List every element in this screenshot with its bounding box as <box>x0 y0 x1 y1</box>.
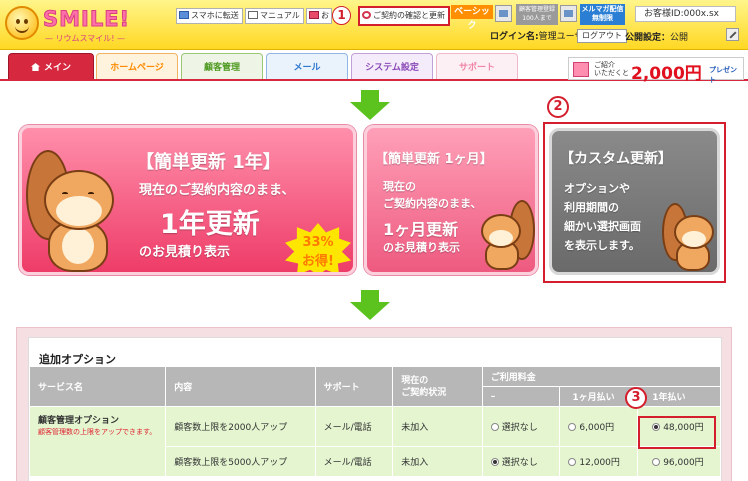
inquiry-button[interactable]: お <box>306 8 332 24</box>
col-fee: ご利用料金 <box>481 366 722 387</box>
options-section: 追加オプション サービス名 内容 サポート 現在の ご契約状況 ご利用料金 – … <box>16 327 732 481</box>
col-content: 内容 <box>165 366 316 407</box>
smile-face-icon <box>5 6 39 40</box>
contract-update-button[interactable]: ご契約の確認と更新 <box>358 6 450 26</box>
radio-none[interactable]: 選択なし <box>481 406 561 447</box>
row-content: 顧客数上限を2000人アップ <box>165 406 316 447</box>
down-arrow-icon <box>350 90 390 120</box>
panel-1month-line4: のお見積り表示 <box>383 241 460 254</box>
panel-1year-title: 【簡単更新 1年】 <box>136 152 281 173</box>
annotation-1: 1 <box>332 6 351 25</box>
panel-custom-line4: を表示します。 <box>564 239 640 252</box>
document-icon <box>248 11 258 19</box>
radio-button-selected[interactable] <box>490 458 499 466</box>
tab-support[interactable]: サポート <box>436 53 518 80</box>
panel-1year-line3: のお見積り表示 <box>139 245 231 260</box>
squirrel-icon <box>477 200 535 272</box>
account-id: お客様ID:000x.sx <box>635 6 736 22</box>
mail-icon <box>179 11 189 19</box>
panel-1month-line2: ご契約内容のまま、 <box>383 197 482 210</box>
gift-icon <box>573 62 589 77</box>
logo-text: SMILE! <box>42 7 131 32</box>
mailmag-limit-badge: メルマガ配信 無制限 <box>580 4 625 25</box>
table-row: 顧客管理オプション 顧客管理数の上限をアップできます。 顧客数上限を2000人ア… <box>28 406 721 477</box>
tab-system[interactable]: システム設定 <box>351 53 433 80</box>
row-support: メール/電話 <box>314 406 394 447</box>
manual-button[interactable]: マニュアル <box>245 8 304 24</box>
tab-customer[interactable]: 顧客管理 <box>181 53 263 80</box>
panel-custom-line3: 細かい選択画面 <box>564 220 641 233</box>
panel-1month-line1: 現在の <box>383 180 416 193</box>
refresh-icon <box>362 11 371 19</box>
custom-renew-panel[interactable]: 【カスタム更新】 オプションや 利用期間の 細かい選択画面 を表示します。 <box>549 128 720 275</box>
discount-badge: 33% お得! <box>285 223 351 272</box>
radio-yearly[interactable]: 96,000円 <box>637 446 721 477</box>
service-name: 顧客管理オプション <box>38 416 120 426</box>
squirrel-icon <box>26 142 126 272</box>
logo-subtext: — リウムスマイル! — <box>45 34 126 43</box>
radio-button[interactable] <box>490 423 499 431</box>
mail-icon <box>309 11 319 19</box>
plan-info-icon[interactable] <box>495 5 512 22</box>
radio-button[interactable] <box>652 458 661 466</box>
down-arrow-icon <box>350 290 390 320</box>
col-status: 現在の ご契約状況 <box>392 366 483 407</box>
logout-button[interactable]: ログアウト <box>577 29 627 43</box>
col-service: サービス名 <box>28 366 167 407</box>
row-support: メール/電話 <box>314 446 394 477</box>
smile-logo[interactable]: SMILE! — リウムスマイル! — <box>5 4 155 44</box>
radio-monthly[interactable]: 12,000円 <box>559 446 639 477</box>
tab-homepage[interactable]: ホームページ <box>96 53 178 80</box>
radio-none[interactable]: 選択なし <box>481 446 561 477</box>
row-status: 未加入 <box>392 446 483 477</box>
tab-main[interactable]: メイン <box>8 53 94 80</box>
radio-button[interactable] <box>568 423 577 431</box>
panel-1year-big: 1年更新 <box>160 209 260 240</box>
col-fee-yearly: 1年払い <box>637 386 721 407</box>
panel-custom-line2: 利用期間の <box>564 201 619 214</box>
radio-button[interactable] <box>568 458 577 466</box>
panel-custom-line1: オプションや <box>564 182 630 195</box>
panel-1month-big: 1ヶ月更新 <box>383 220 459 239</box>
edit-pencil-icon[interactable] <box>726 28 739 41</box>
header: SMILE! — リウムスマイル! — スマホに転送 マニュアル お 1 ご契約… <box>0 0 748 50</box>
customer-limit-badge: 顧客管理登録 100人まで <box>516 4 558 25</box>
panel-1year-line1: 現在のご契約内容のまま、 <box>139 183 295 198</box>
service-note: 顧客管理数の上限をアップできます。 <box>38 428 157 436</box>
tab-mail[interactable]: メール <box>266 53 348 80</box>
col-fee-none: – <box>481 386 561 407</box>
panel-custom-title: 【カスタム更新】 <box>560 151 672 167</box>
col-support: サポート <box>314 366 394 407</box>
radio-monthly[interactable]: 6,000円 <box>559 406 639 447</box>
yearly-highlight-frame <box>638 416 716 449</box>
row-status: 未加入 <box>392 406 483 447</box>
renew-1month-panel[interactable]: 【簡単更新 1ヶ月】 現在の ご契約内容のまま、 1ヶ月更新 のお見積り表示 <box>364 125 538 275</box>
squirrel-icon <box>662 203 717 272</box>
send-to-phone-button[interactable]: スマホに転送 <box>176 8 243 24</box>
annotation-2: 2 <box>547 96 569 118</box>
customer-limit-icon[interactable] <box>560 5 577 22</box>
options-panel: 追加オプション サービス名 内容 サポート 現在の ご契約状況 ご利用料金 – … <box>28 337 722 481</box>
referral-banner[interactable]: ご紹介 いただくと 2,000円 プレゼント <box>568 57 744 84</box>
publish-setting: 公開設定：公開 <box>625 33 689 43</box>
row-content: 顧客数上限を5000人アップ <box>165 446 316 477</box>
options-heading: 追加オプション <box>39 353 116 366</box>
panel-1month-title: 【簡単更新 1ヶ月】 <box>375 152 493 167</box>
home-icon <box>30 63 40 71</box>
plan-badge: ベーシック <box>451 5 493 31</box>
renew-1year-panel[interactable]: 【簡単更新 1年】 現在のご契約内容のまま、 1年更新 のお見積り表示 33% … <box>19 125 356 275</box>
annotation-3: 3 <box>625 387 647 409</box>
options-table: サービス名 内容 サポート 現在の ご契約状況 ご利用料金 – 1ヶ月払い 1年… <box>28 366 722 477</box>
